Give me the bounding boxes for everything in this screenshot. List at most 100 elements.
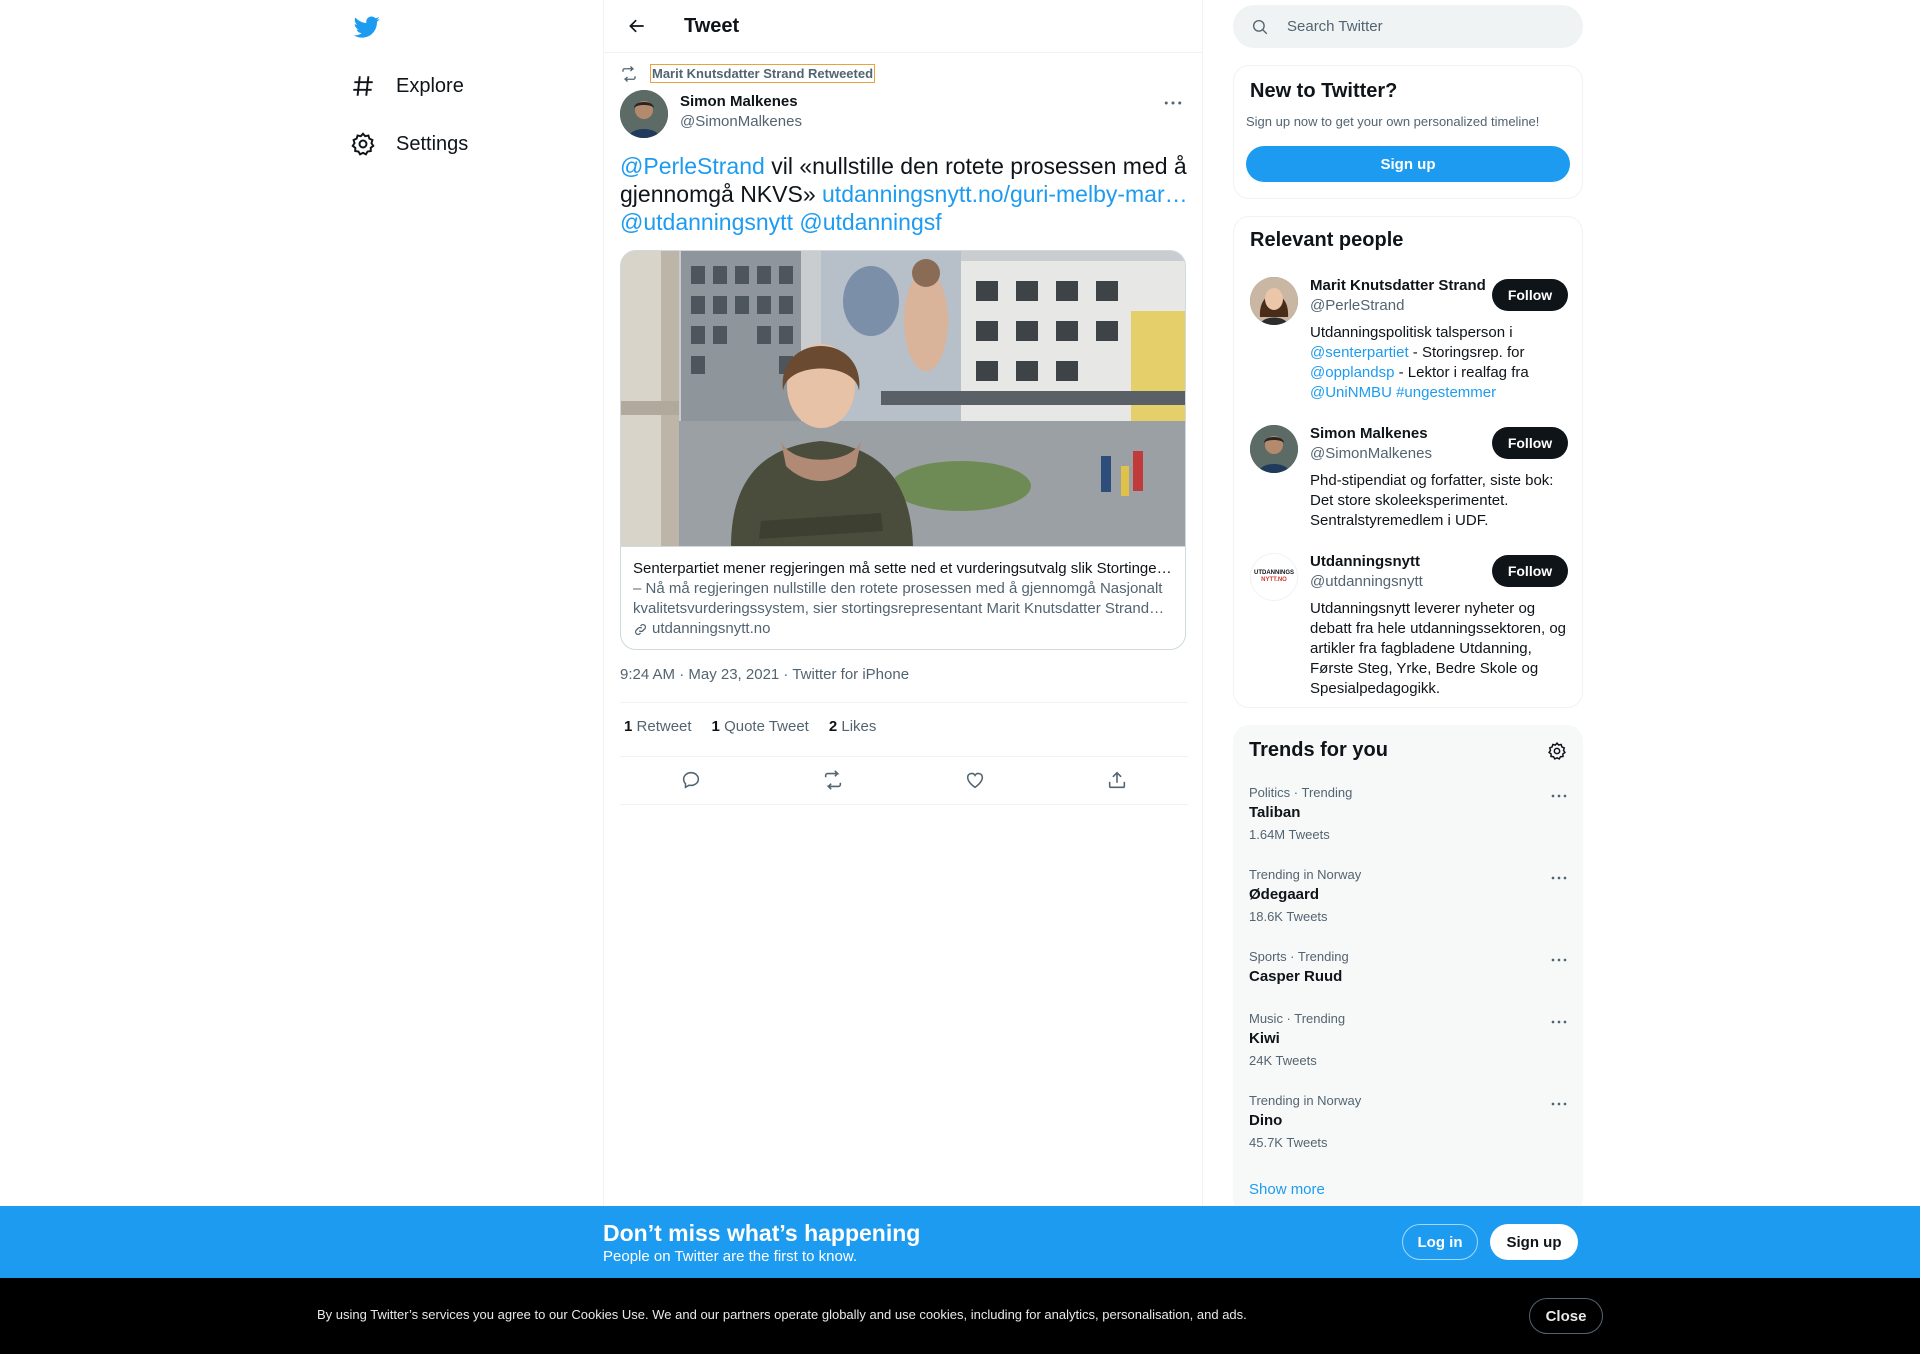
more-dots-icon[interactable] — [1551, 1101, 1567, 1107]
trend-context: Politics · Trending — [1249, 785, 1353, 800]
mention-link[interactable]: @UniNMBU — [1310, 384, 1392, 401]
trends-title: Trends for you — [1249, 739, 1388, 761]
trend-name: Casper Ruud — [1249, 968, 1343, 985]
hashtag-link[interactable]: #ungestemmer — [1396, 384, 1496, 401]
mention-link[interactable]: @utdanningsnytt — [620, 209, 793, 235]
trend-name: Ødegaard — [1249, 886, 1320, 903]
gear-icon — [351, 132, 375, 156]
sign-up-button[interactable]: Sign up — [1246, 146, 1570, 182]
more-dots-icon[interactable] — [1551, 793, 1567, 799]
new-to-twitter-title: New to Twitter? — [1250, 80, 1398, 102]
trend-context: Music · Trending — [1249, 1011, 1346, 1026]
person-name[interactable]: Simon Malkenes — [1310, 425, 1500, 442]
nav-explore[interactable]: Explore — [350, 64, 464, 108]
person-handle[interactable]: @PerleStrand — [1310, 297, 1500, 314]
follow-button[interactable]: Follow — [1492, 555, 1568, 587]
utdanningsnytt-logo[interactable]: UTDANNINGS NYTT.NO — [1250, 553, 1298, 601]
new-to-twitter-subtitle: Sign up now to get your own personalized… — [1246, 114, 1540, 129]
mention-link[interactable]: @PerleStrand — [620, 153, 765, 179]
more-dots-icon[interactable] — [1551, 875, 1567, 881]
like-icon[interactable] — [964, 769, 986, 791]
signup-bar-title: Don’t miss what’s happening — [603, 1220, 921, 1246]
divider — [620, 702, 1188, 703]
tweet-text: @PerleStrand vil «nullstille den rotete … — [620, 152, 1190, 236]
person-bio: Utdanningspolitisk talsperson i @senterp… — [1310, 324, 1529, 401]
tweet-stats: 1 Retweet 1 Quote Tweet 2 Likes — [624, 718, 896, 735]
search-box[interactable] — [1233, 5, 1583, 48]
log-in-button[interactable]: Log in — [1402, 1224, 1478, 1260]
person-handle[interactable]: @utdanningsnytt — [1310, 573, 1500, 590]
retweet-icon — [622, 65, 636, 82]
tweet-more-button[interactable] — [1160, 92, 1186, 114]
trend-item[interactable]: Music · Trending Kiwi 24K Tweets — [1249, 1011, 1567, 1068]
trend-item[interactable]: Trending in Norway Dino 45.7K Tweets — [1249, 1093, 1567, 1150]
back-button[interactable] — [620, 9, 654, 43]
person-bio: Phd-stipendiat og forfatter, siste bok: … — [1310, 472, 1554, 529]
author-name[interactable]: Simon Malkenes — [680, 93, 802, 110]
reply-icon[interactable] — [680, 769, 702, 791]
follow-button[interactable]: Follow — [1492, 279, 1568, 311]
mention-link[interactable]: @senterpartiet — [1310, 344, 1409, 361]
retweet-context[interactable]: Marit Knutsdatter Strand Retweeted — [620, 64, 876, 83]
retweet-context-label[interactable]: Marit Knutsdatter Strand Retweeted — [650, 64, 876, 83]
trend-context: Trending in Norway — [1249, 867, 1362, 882]
search-input[interactable] — [1287, 18, 1547, 35]
search-icon — [1252, 19, 1268, 34]
signup-bar-subtitle: People on Twitter are the first to know. — [603, 1248, 858, 1265]
more-dots-icon[interactable] — [1551, 1019, 1567, 1025]
likes-stat[interactable]: 2 Likes — [829, 718, 877, 735]
close-button[interactable]: Close — [1529, 1298, 1603, 1334]
relevant-people-title: Relevant people — [1250, 229, 1404, 251]
gear-icon[interactable] — [1547, 741, 1567, 761]
link-card[interactable]: Senterpartiet mener regjeringen må sette… — [620, 250, 1186, 650]
trend-item[interactable]: Sports · Trending Casper Ruud — [1249, 949, 1567, 985]
tweet-author[interactable]: Simon Malkenes @SimonMalkenes — [620, 90, 802, 138]
trend-count: 45.7K Tweets — [1249, 1135, 1328, 1150]
retweet-icon[interactable] — [822, 769, 844, 791]
person-name[interactable]: Marit Knutsdatter Strand — [1310, 277, 1500, 294]
sign-up-button[interactable]: Sign up — [1490, 1224, 1578, 1260]
share-icon[interactable] — [1106, 769, 1128, 791]
more-dots-icon[interactable] — [1551, 957, 1567, 963]
person-bio: Utdanningsnytt leverer nyheter og debatt… — [1310, 600, 1567, 697]
trend-item[interactable]: Politics · Trending Taliban 1.64M Tweets — [1249, 785, 1567, 842]
author-handle[interactable]: @SimonMalkenes — [680, 113, 802, 130]
show-more-link[interactable]: Show more — [1249, 1181, 1325, 1198]
person-name[interactable]: Utdanningsnytt — [1310, 553, 1500, 570]
trend-item[interactable]: Trending in Norway Ødegaard 18.6K Tweets — [1249, 867, 1567, 924]
mention-link[interactable]: @utdanningsf — [799, 209, 941, 235]
trend-count: 18.6K Tweets — [1249, 909, 1328, 924]
avatar[interactable] — [1250, 277, 1298, 325]
person-handle[interactable]: @SimonMalkenes — [1310, 445, 1500, 462]
divider — [620, 756, 1188, 757]
card-title: Senterpartiet mener regjeringen må sette… — [633, 560, 1173, 577]
nav-settings[interactable]: Settings — [350, 122, 468, 166]
trend-count: 1.64M Tweets — [1249, 827, 1330, 842]
divider — [620, 804, 1188, 805]
card-image — [621, 251, 1185, 547]
follow-button[interactable]: Follow — [1492, 427, 1568, 459]
signup-bar: Don’t miss what’s happening People on Tw… — [0, 1206, 1920, 1278]
main-column: Tweet Marit Knutsdatter Strand Retweeted… — [603, 0, 1203, 1206]
more-dots-icon — [1164, 101, 1182, 105]
trend-name: Kiwi — [1249, 1030, 1280, 1047]
tweet-timestamp[interactable]: 9:24 AM · May 23, 2021 · Twitter for iPh… — [620, 666, 909, 683]
quotes-stat[interactable]: 1 Quote Tweet — [712, 718, 809, 735]
twitter-logo-icon[interactable] — [352, 14, 382, 40]
tweet-actions — [620, 762, 1188, 798]
new-to-twitter-panel: New to Twitter? Sign up now to get your … — [1233, 65, 1583, 199]
trend-name: Dino — [1249, 1112, 1283, 1129]
cookie-text: By using Twitter’s services you agree to… — [317, 1307, 1247, 1322]
retweets-stat[interactable]: 1 Retweet — [624, 718, 692, 735]
article-link[interactable]: utdanningsnytt.no/guri-melby-mar… — [822, 181, 1188, 207]
trends-panel: Trends for you Politics · Trending Talib… — [1233, 725, 1583, 1215]
cookie-bar: By using Twitter’s services you agree to… — [0, 1278, 1920, 1354]
avatar[interactable] — [620, 90, 668, 138]
trend-context: Sports · Trending — [1249, 949, 1349, 964]
mention-link[interactable]: @opplandsp — [1310, 364, 1394, 381]
relevant-people-panel: Relevant people Marit Knutsdatter Strand… — [1233, 216, 1583, 708]
page-title: Tweet — [684, 14, 740, 37]
card-domain-text: utdanningsnytt.no — [652, 620, 771, 637]
nav-explore-label: Explore — [396, 74, 464, 97]
avatar[interactable] — [1250, 425, 1298, 473]
